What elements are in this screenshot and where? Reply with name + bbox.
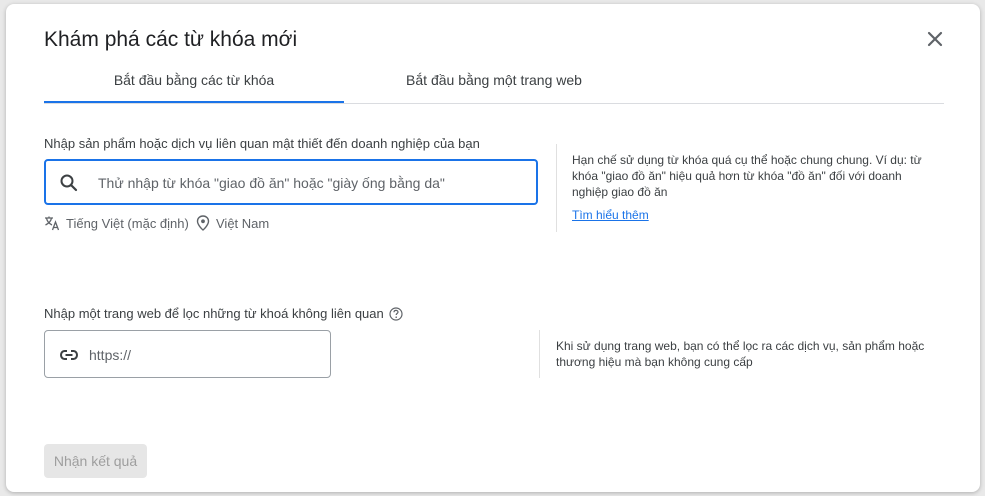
tab-divider (44, 103, 944, 104)
divider (556, 144, 557, 232)
keyword-search-box (44, 159, 538, 205)
link-icon (58, 344, 80, 366)
website-url-box (44, 330, 331, 379)
learn-more-link[interactable]: Tìm hiểu thêm (572, 208, 649, 222)
location-selector[interactable]: Việt Nam (196, 215, 269, 231)
keywords-label: Nhập sản phẩm hoặc dịch vụ liên quan mật… (44, 136, 480, 151)
get-results-button[interactable]: Nhận kết quả (44, 444, 147, 478)
website-url-input[interactable] (87, 331, 321, 379)
tab-start-with-keywords[interactable]: Bắt đầu bằng các từ khóa (44, 68, 344, 104)
website-hint: Khi sử dụng trang web, bạn có thể lọc ra… (556, 339, 925, 369)
website-label: Nhập một trang web để lọc những từ khoá … (44, 306, 384, 321)
translate-icon (45, 216, 60, 231)
location-pin-icon (196, 215, 210, 231)
language-selector[interactable]: Tiếng Việt (mặc định) (44, 215, 189, 231)
tab-label: Bắt đầu bằng một trang web (406, 72, 582, 88)
help-circle-icon[interactable] (389, 306, 403, 321)
language-label: Tiếng Việt (mặc định) (66, 215, 189, 231)
search-icon (59, 173, 79, 193)
keywords-hint: Hạn chế sử dụng từ khóa quá cụ thể hoặc … (572, 153, 922, 199)
tab-label: Bắt đầu bằng các từ khóa (113, 72, 275, 88)
tab-bar: Bắt đầu bằng các từ khóa Bắt đầu bằng mộ… (44, 68, 944, 104)
keyword-search-input[interactable] (96, 161, 530, 205)
close-icon[interactable] (924, 28, 946, 50)
keyword-planner-dialog: Khám phá các từ khóa mới Bắt đầu bằng cá… (6, 4, 980, 492)
website-label-row: Nhập một trang web để lọc những từ khoá … (44, 306, 403, 321)
tab-start-with-website[interactable]: Bắt đầu bằng một trang web (344, 68, 644, 104)
dialog-title: Khám phá các từ khóa mới (44, 28, 298, 51)
location-label: Việt Nam (216, 215, 270, 231)
divider (539, 330, 540, 378)
